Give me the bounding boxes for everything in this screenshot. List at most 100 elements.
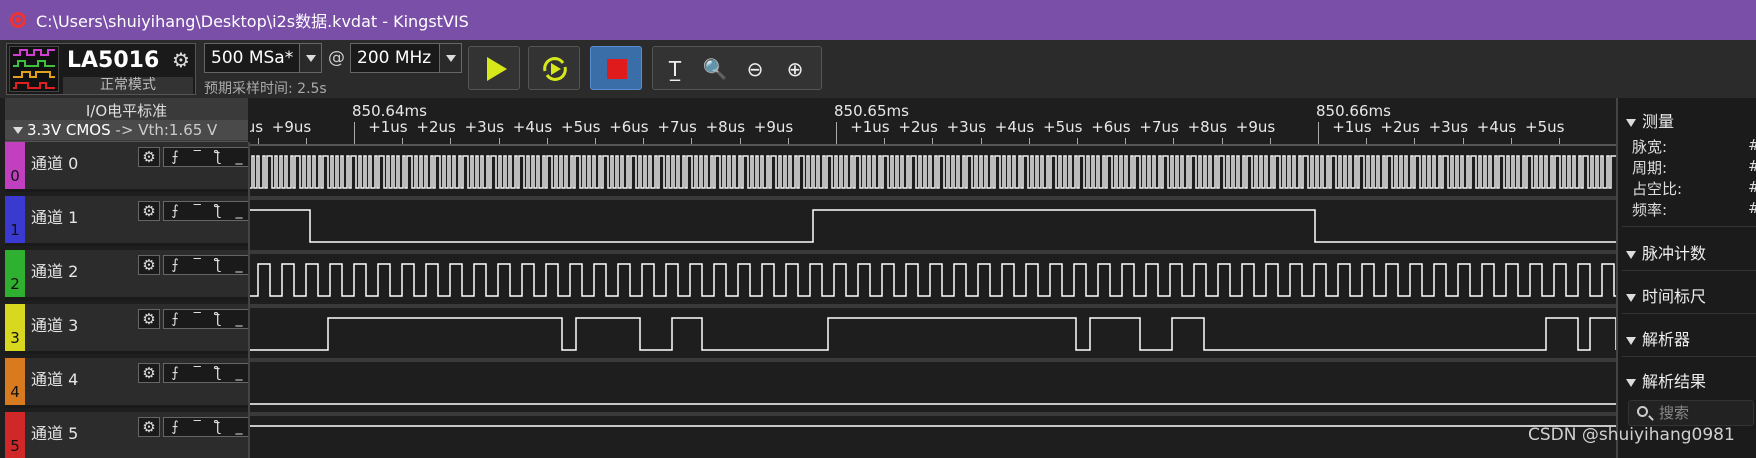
channel-trigger-selector[interactable]: ⨍ ‾ ƪ _	[163, 309, 251, 329]
channel-name[interactable]: 通道 4	[31, 366, 78, 390]
high-level-icon[interactable]: ‾	[194, 148, 201, 166]
device-mode-label[interactable]: 正常模式	[63, 77, 193, 94]
low-level-icon[interactable]: _	[236, 202, 243, 220]
ruler-tick	[402, 138, 404, 144]
rising-edge-icon[interactable]: ⨍	[172, 364, 179, 382]
channel-settings-gear-icon[interactable]: ⚙	[138, 255, 160, 275]
stop-capture-button[interactable]	[590, 46, 642, 90]
search-icon	[1637, 406, 1648, 417]
chevron-down-icon[interactable]	[299, 44, 321, 72]
rising-edge-icon[interactable]: ⨍	[172, 310, 179, 328]
high-level-icon[interactable]: ‾	[194, 418, 201, 436]
falling-edge-icon[interactable]: ƪ	[216, 364, 221, 382]
ruler-minor-label: +9us	[1235, 118, 1276, 136]
ruler-minor-label: +2us	[1380, 118, 1420, 136]
device-settings-gear-icon[interactable]: ⚙	[169, 48, 193, 72]
ruler-tick	[932, 138, 934, 144]
low-level-icon[interactable]: _	[236, 310, 243, 328]
ruler-tick	[1462, 138, 1464, 144]
channel-row[interactable]: 5 通道 5 ⚙ ⨍ ‾ ƪ _	[5, 412, 251, 458]
channel-name[interactable]: 通道 5	[31, 420, 78, 444]
falling-edge-icon[interactable]: ƪ	[216, 256, 221, 274]
zoom-fit-icon[interactable]: 🔍	[701, 55, 729, 83]
chevron-down-icon[interactable]	[439, 44, 461, 72]
loop-capture-button[interactable]	[528, 46, 580, 90]
channel-row[interactable]: 2 通道 2 ⚙ ⨍ ‾ ƪ _	[5, 250, 251, 300]
channel-trigger-selector[interactable]: ⨍ ‾ ƪ _	[163, 363, 251, 383]
search-input[interactable]: 搜索	[1628, 400, 1754, 426]
falling-edge-icon[interactable]: ƪ	[216, 418, 221, 436]
channel-index: 0	[10, 167, 20, 185]
toolbar: LA5016 ⚙ 正常模式 500 MSa* @ 200 MHz 预期采样时间:…	[0, 40, 1756, 98]
ruler-minor-label: +4us	[512, 118, 553, 136]
low-level-icon[interactable]: _	[236, 418, 243, 436]
channel-settings-gear-icon[interactable]: ⚙	[138, 363, 160, 383]
channel-settings-gear-icon[interactable]: ⚙	[138, 309, 160, 329]
ruler-minor-label: +3us	[464, 118, 505, 136]
falling-edge-icon[interactable]: ƪ	[216, 202, 221, 220]
high-level-icon[interactable]: ‾	[194, 364, 201, 382]
channel-trigger-selector[interactable]: ⨍ ‾ ƪ _	[163, 147, 251, 167]
high-level-icon[interactable]: ‾	[194, 202, 201, 220]
channel-settings-gear-icon[interactable]: ⚙	[138, 147, 160, 167]
channel-name[interactable]: 通道 3	[31, 312, 78, 336]
waveform-area[interactable]	[250, 146, 1616, 458]
channel-settings-gear-icon[interactable]: ⚙	[138, 201, 160, 221]
io-standard-select[interactable]: 3.3V CMOS -> Vth:1.65 V	[5, 120, 248, 140]
start-capture-button[interactable]	[468, 46, 520, 90]
channel-trigger-selector[interactable]: ⨍ ‾ ƪ _	[163, 255, 251, 275]
analyzer-section-header[interactable]: 解析器	[1626, 326, 1690, 350]
channel-row[interactable]: 1 通道 1 ⚙ ⨍ ‾ ƪ _	[5, 196, 251, 246]
falling-edge-icon[interactable]: ƪ	[216, 310, 221, 328]
ruler-tick	[787, 138, 789, 144]
text-cursor-icon[interactable]: T̲	[661, 55, 689, 83]
rising-edge-icon[interactable]: ⨍	[172, 418, 179, 436]
divider	[1622, 270, 1756, 271]
channel-name[interactable]: 通道 0	[31, 150, 78, 174]
time-ruler-section-header[interactable]: 时间标尺	[1626, 283, 1706, 307]
channel-name[interactable]: 通道 2	[31, 258, 78, 282]
time-ruler[interactable]: 850.64ms850.65ms850.66ms+8us+9us+1us+2us…	[250, 98, 1616, 146]
channel-row[interactable]: 4 通道 4 ⚙ ⨍ ‾ ƪ _	[5, 358, 251, 408]
high-level-icon[interactable]: ‾	[194, 256, 201, 274]
low-level-icon[interactable]: _	[236, 364, 243, 382]
time-ruler-title: 时间标尺	[1642, 287, 1707, 306]
measure-title: 测量	[1642, 112, 1675, 131]
channel-index: 3	[10, 329, 20, 347]
row-separator	[250, 412, 1616, 416]
ruler-tick	[595, 138, 596, 144]
analysis-results-title: 解析结果	[1642, 372, 1707, 391]
low-level-icon[interactable]: _	[236, 148, 243, 166]
period-label: 周期:	[1632, 159, 1668, 177]
channel-name[interactable]: 通道 1	[31, 204, 78, 228]
ruler-tick	[498, 138, 500, 144]
channel-trigger-selector[interactable]: ⨍ ‾ ƪ _	[163, 201, 251, 221]
zoom-in-icon[interactable]: ⊕	[781, 55, 809, 83]
measure-section-header[interactable]: 测量	[1626, 108, 1674, 132]
rising-edge-icon[interactable]: ⨍	[172, 256, 179, 274]
low-level-icon[interactable]: _	[236, 256, 243, 274]
pulse-count-section-header[interactable]: 脉冲计数	[1626, 240, 1706, 264]
falling-edge-icon[interactable]: ƪ	[216, 148, 221, 166]
analysis-results-section-header[interactable]: 解析结果	[1626, 368, 1706, 392]
ruler-tick	[305, 138, 307, 144]
title-bar: C:\Users\shuiyihang\Desktop\i2s数据.kvdat …	[0, 0, 1756, 40]
rising-edge-icon[interactable]: ⨍	[172, 202, 179, 220]
rising-edge-icon[interactable]: ⨍	[172, 148, 179, 166]
channel-row[interactable]: 0 通道 0 ⚙ ⨍ ‾ ƪ _	[5, 142, 251, 192]
channel-settings-gear-icon[interactable]: ⚙	[138, 417, 160, 437]
waveform-canvas[interactable]	[250, 146, 1616, 458]
channel-trigger-selector[interactable]: ⨍ ‾ ƪ _	[163, 417, 251, 437]
device-waveform-icon[interactable]	[9, 46, 59, 92]
row-separator	[250, 196, 1616, 200]
frequency-select[interactable]: 200 MHz	[350, 43, 462, 73]
zoom-out-icon[interactable]: ⊖	[741, 55, 769, 83]
channel-row[interactable]: 3 通道 3 ⚙ ⨍ ‾ ƪ _	[5, 304, 251, 354]
high-level-icon[interactable]: ‾	[194, 310, 201, 328]
ruler-tick	[1414, 138, 1416, 144]
play-icon	[487, 57, 507, 81]
sample-rate-select[interactable]: 500 MSa*	[204, 43, 322, 73]
duty-cycle-label: 占空比:	[1632, 180, 1683, 198]
ruler-minor-label: +2us	[898, 118, 938, 136]
stop-icon	[607, 59, 627, 79]
